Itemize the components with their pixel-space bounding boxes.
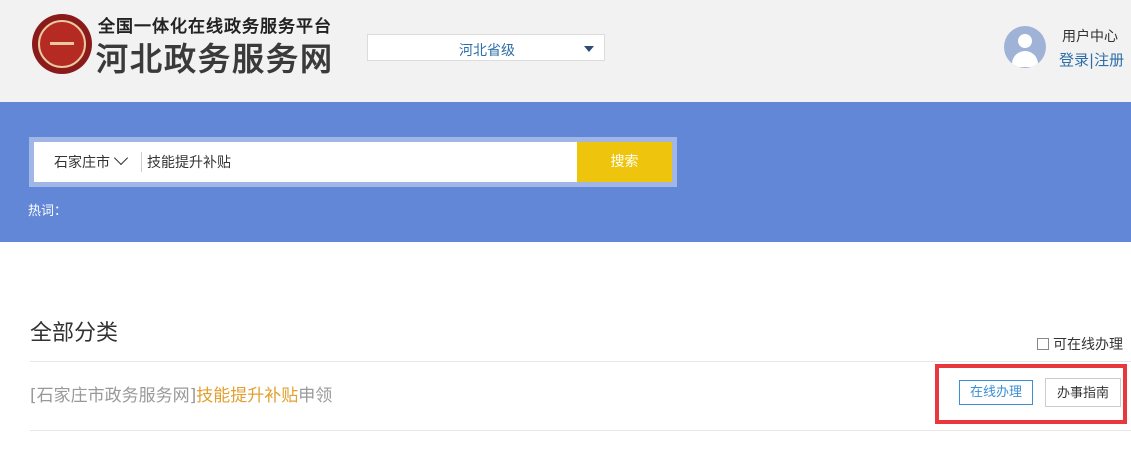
- avatar-body: [1012, 51, 1038, 67]
- login-link[interactable]: 登录: [1059, 51, 1089, 69]
- section-title: 全部分类: [30, 321, 119, 346]
- region-select-value: 河北省级: [459, 43, 515, 59]
- caret-down-icon: [584, 46, 594, 52]
- search-divider: [141, 152, 142, 172]
- user-avatar-icon[interactable]: [1004, 26, 1046, 68]
- search-input[interactable]: 技能提升补贴: [147, 152, 231, 172]
- search-inner: 石家庄市 技能提升补贴 搜索: [34, 142, 672, 182]
- search-box: 石家庄市 技能提升补贴 搜索: [29, 137, 677, 187]
- search-banner: 石家庄市 技能提升补贴 搜索 热词：: [0, 102, 1131, 242]
- result-item-title[interactable]: [石家庄市政务服务网]技能提升补贴申领: [30, 381, 332, 406]
- region-select[interactable]: 河北省级: [367, 34, 605, 61]
- city-select-value: 石家庄市: [54, 155, 110, 171]
- hotwords-label: 热词：: [28, 204, 68, 219]
- divider: [30, 361, 1131, 362]
- online-filter-checkbox[interactable]: [1037, 338, 1049, 350]
- search-button[interactable]: 搜索: [577, 142, 672, 182]
- chevron-down-icon: [113, 150, 129, 166]
- avatar-head: [1018, 34, 1032, 48]
- result-source: [石家庄市政务服务网]: [30, 386, 197, 406]
- divider: [30, 430, 1131, 431]
- register-link[interactable]: 注册: [1094, 51, 1124, 69]
- online-filter[interactable]: 可在线办理: [1037, 334, 1123, 354]
- site-logo-emblem: [32, 14, 92, 74]
- city-select[interactable]: 石家庄市: [54, 150, 129, 172]
- emblem-inner: [38, 20, 86, 68]
- user-center-link[interactable]: 用户中心: [1062, 26, 1118, 46]
- site-header: 全国一体化在线政务服务平台 河北政务服务网 河北省级 用户中心 登录|注册: [0, 0, 1131, 102]
- highlight-box: [935, 364, 1127, 424]
- online-filter-label: 可在线办理: [1053, 337, 1123, 353]
- site-title[interactable]: 河北政务服务网: [96, 34, 334, 80]
- great-wall-icon: [50, 42, 74, 55]
- auth-links: 登录|注册: [1059, 49, 1124, 70]
- result-suffix: 申领: [298, 386, 333, 406]
- result-keyword: 技能提升补贴: [196, 386, 299, 406]
